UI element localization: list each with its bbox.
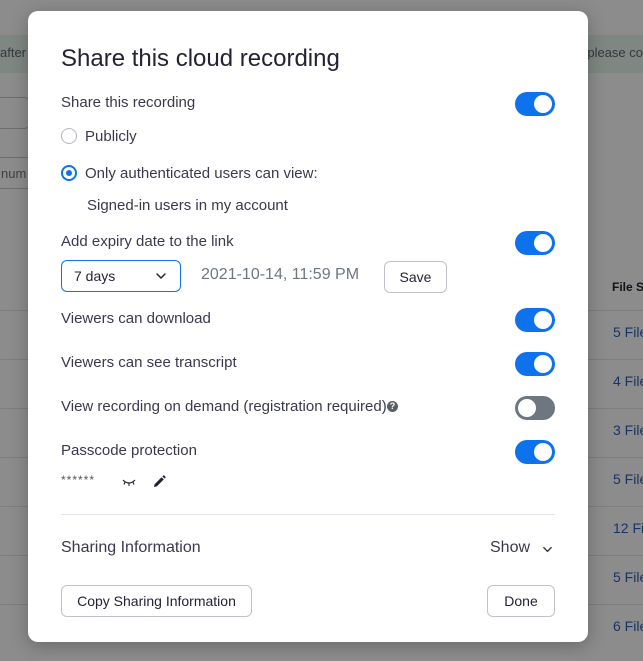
- share-recording-dialog: Share this cloud recording Share this re…: [28, 11, 588, 642]
- pencil-icon[interactable]: [152, 475, 166, 489]
- authenticated-users-label[interactable]: Only authenticated users can view:: [85, 165, 318, 182]
- passcode-value: ******: [61, 473, 96, 487]
- toggle-knob: [534, 443, 552, 461]
- toggle-knob: [518, 399, 536, 417]
- toggle-knob: [534, 95, 552, 113]
- publicly-label[interactable]: Publicly: [85, 128, 137, 145]
- viewers-download-toggle[interactable]: [515, 308, 555, 332]
- done-button[interactable]: Done: [487, 585, 555, 617]
- toggle-knob: [534, 234, 552, 252]
- show-sharing-info-toggle[interactable]: Show: [490, 539, 552, 559]
- expiry-toggle[interactable]: [515, 231, 555, 255]
- sharing-information-label: Sharing Information: [61, 539, 201, 556]
- eye-closed-icon[interactable]: [122, 477, 136, 487]
- share-recording-label: Share this recording: [61, 94, 196, 111]
- on-demand-toggle[interactable]: [515, 396, 555, 420]
- on-demand-label: View recording on demand (registration r…: [61, 398, 387, 415]
- expiry-date-text: 2021-10-14, 11:59 PM: [201, 266, 360, 283]
- chevron-down-icon: [156, 273, 166, 279]
- viewers-transcript-label: Viewers can see transcript: [61, 354, 237, 371]
- passcode-toggle[interactable]: [515, 440, 555, 464]
- publicly-radio[interactable]: [61, 128, 77, 144]
- expiry-duration-value: 7 days: [74, 268, 116, 284]
- toggle-knob: [534, 355, 552, 373]
- viewers-transcript-toggle[interactable]: [515, 352, 555, 376]
- show-label: Show: [490, 539, 531, 556]
- chevron-down-icon: [543, 546, 552, 553]
- expiry-label: Add expiry date to the link: [61, 233, 234, 250]
- authenticated-users-radio[interactable]: [61, 165, 77, 181]
- dialog-title: Share this cloud recording: [61, 45, 340, 72]
- info-icon[interactable]: ?: [387, 401, 398, 412]
- authenticated-users-detail: Signed-in users in my account: [87, 197, 288, 214]
- viewers-download-label: Viewers can download: [61, 310, 211, 327]
- toggle-knob: [534, 311, 552, 329]
- copy-sharing-information-button[interactable]: Copy Sharing Information: [61, 585, 252, 617]
- section-divider: [61, 514, 555, 515]
- passcode-label: Passcode protection: [61, 442, 197, 459]
- share-recording-toggle[interactable]: [515, 92, 555, 116]
- save-expiry-button[interactable]: Save: [384, 261, 447, 293]
- expiry-duration-select[interactable]: 7 days: [61, 260, 181, 292]
